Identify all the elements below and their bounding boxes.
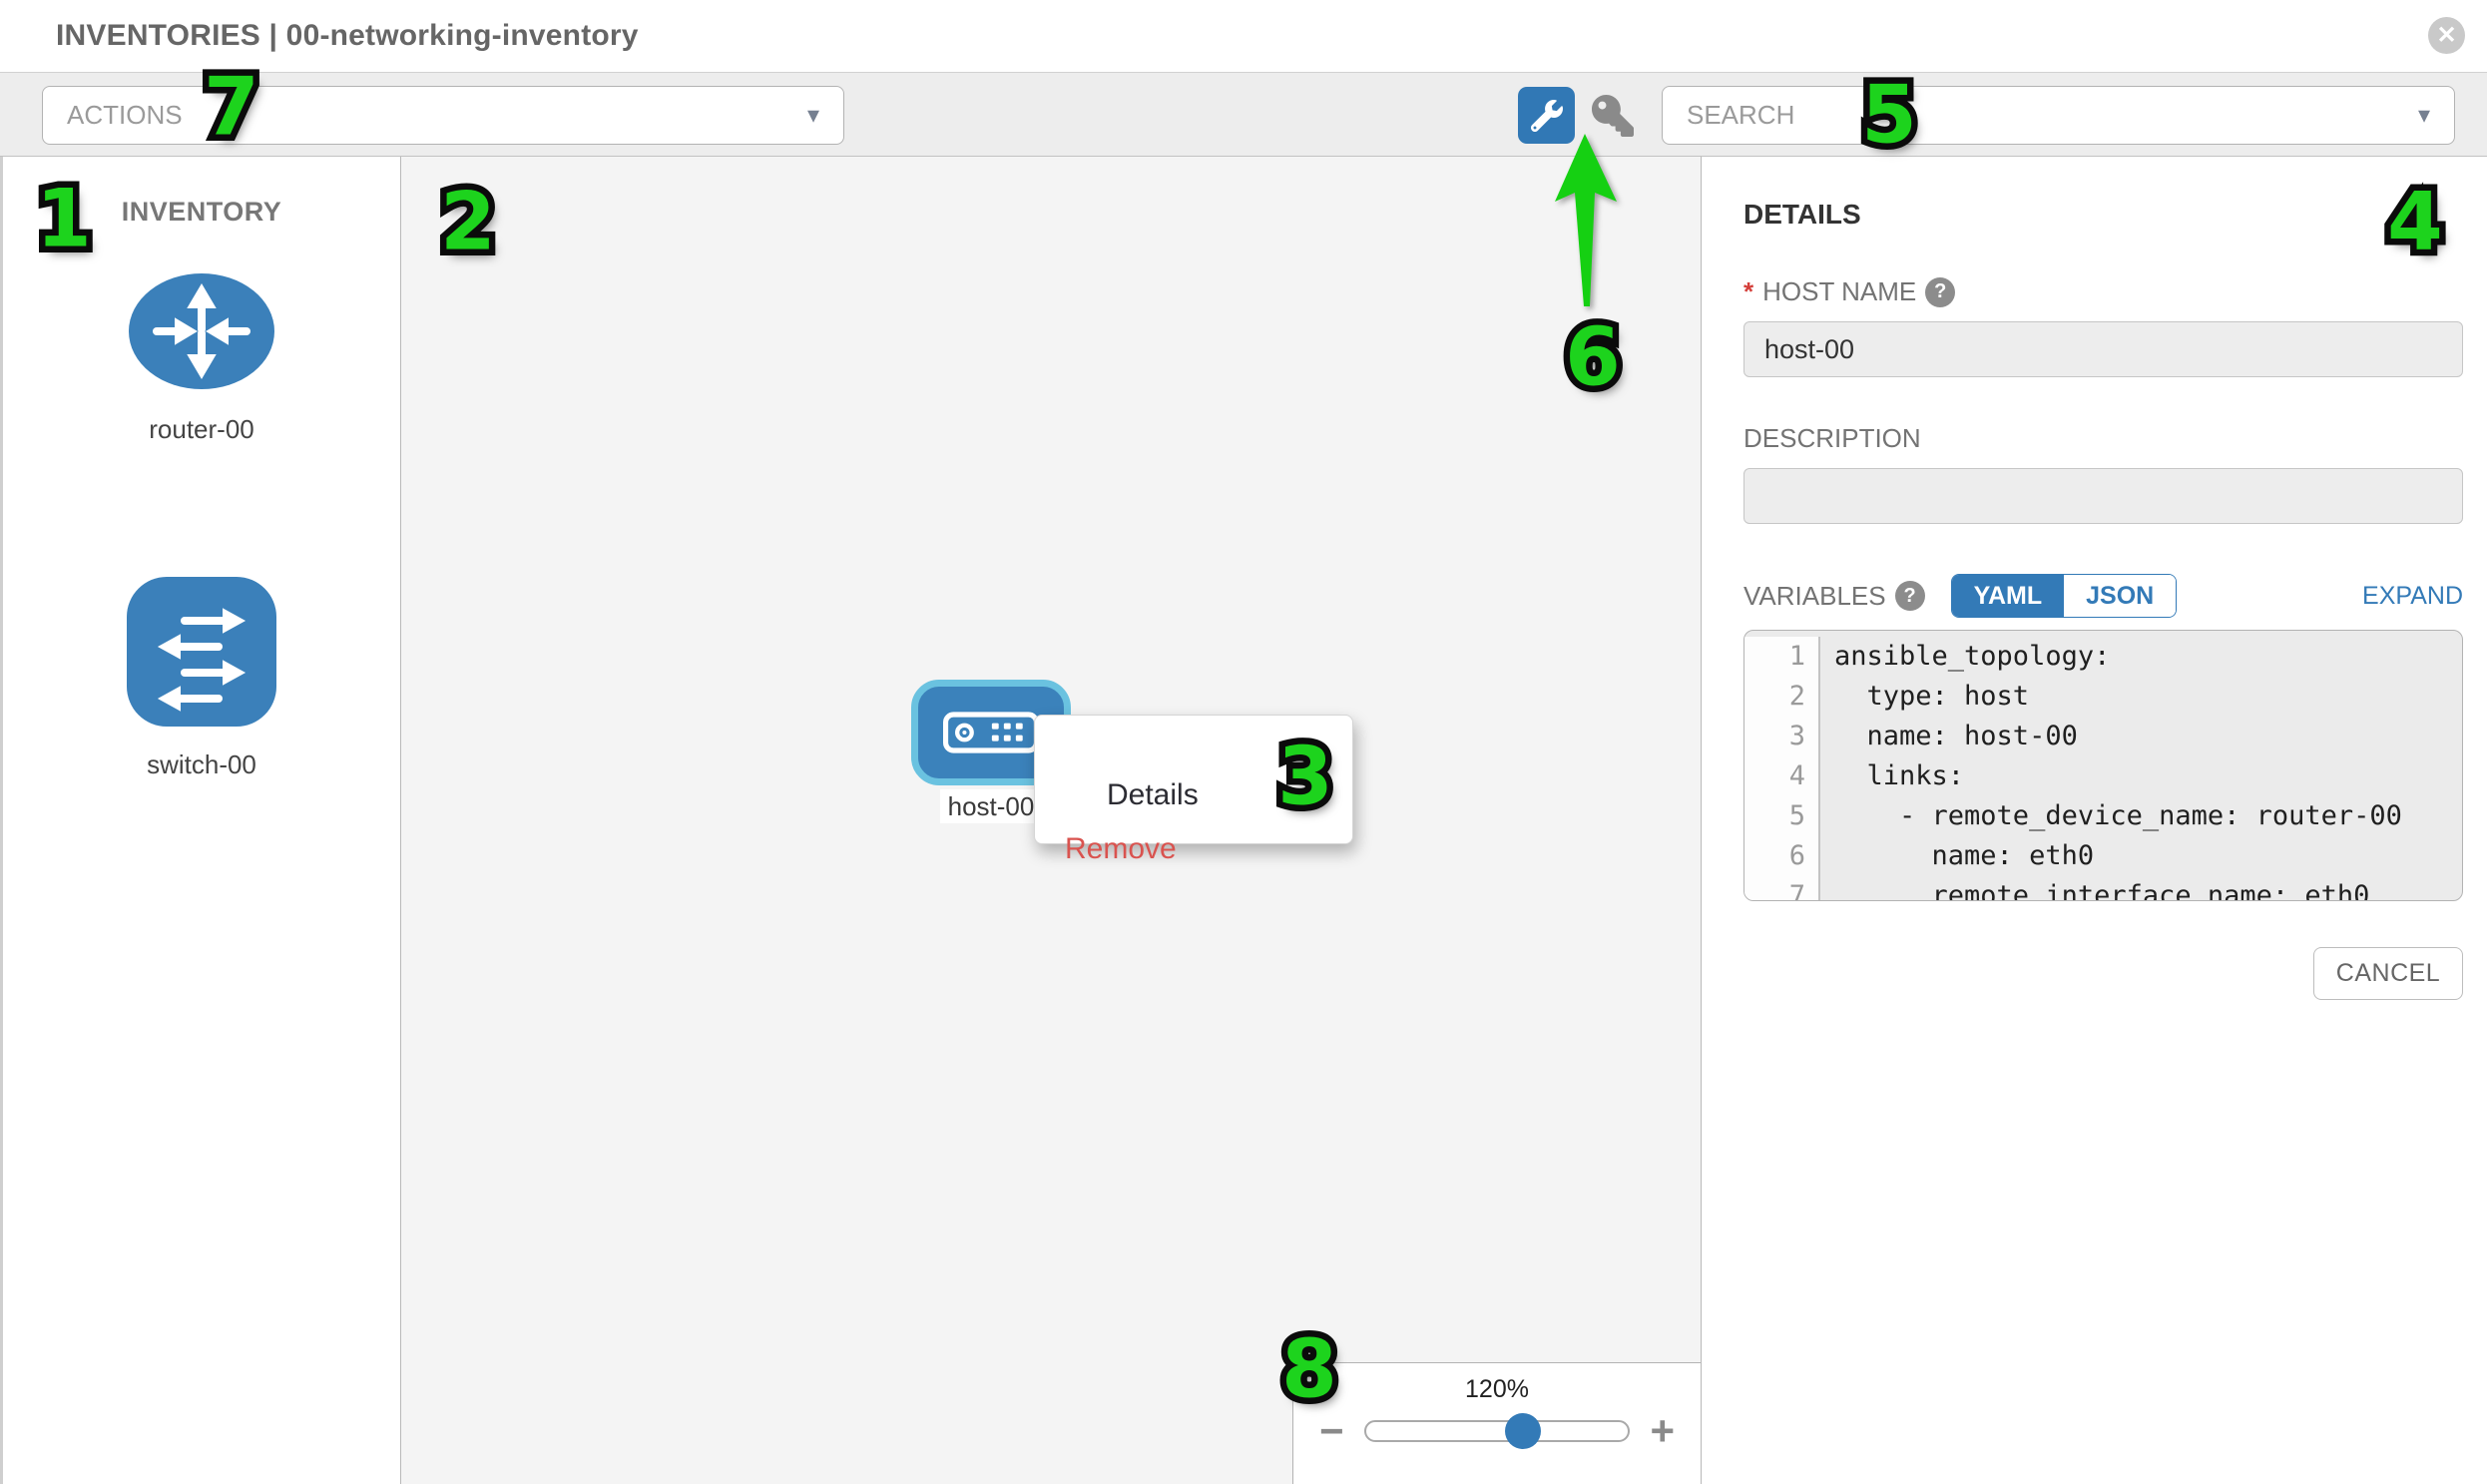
host-name-label-row: * HOST NAME ? xyxy=(1743,276,2463,307)
code-line: 7 remote_interface_name: eth0 xyxy=(1744,876,2462,901)
host-icon xyxy=(943,712,1039,753)
details-title: DETAILS xyxy=(1743,199,2463,231)
key-icon xyxy=(1592,95,1634,137)
close-glyph: ✕ xyxy=(2436,21,2456,50)
configure-topology-button[interactable] xyxy=(1518,87,1575,144)
json-toggle-button[interactable]: JSON xyxy=(2064,575,2176,617)
actions-dropdown[interactable]: ACTIONS ▾ xyxy=(42,86,844,145)
code-line: 1 ansible_topology: xyxy=(1744,637,2462,677)
host-name-field[interactable] xyxy=(1743,321,2463,377)
code-line: 2 type: host xyxy=(1744,677,2462,717)
router-icon xyxy=(127,271,276,396)
context-menu-item-remove[interactable]: Remove xyxy=(1065,827,1352,871)
zoom-slider-handle[interactable] xyxy=(1505,1413,1541,1449)
switch-icon xyxy=(127,577,276,732)
zoom-control-panel: 120% − + xyxy=(1292,1362,1701,1484)
palette-title: INVENTORY xyxy=(3,197,400,228)
host-name-label: HOST NAME xyxy=(1762,276,1916,307)
page-title: INVENTORIES | 00-networking-inventory xyxy=(56,19,639,53)
code-line: 4 links: xyxy=(1744,756,2462,796)
palette-item-switch[interactable]: switch-00 xyxy=(3,577,400,780)
variables-label: VARIABLES xyxy=(1743,581,1886,612)
help-icon[interactable]: ? xyxy=(1925,277,1955,307)
variables-header-row: VARIABLES ? YAML JSON EXPAND xyxy=(1743,574,2463,618)
palette-item-router[interactable]: router-00 xyxy=(3,271,400,445)
zoom-out-button[interactable]: − xyxy=(1319,1414,1344,1448)
toolbar: ACTIONS ▾ SEARCH ▾ xyxy=(0,72,2487,157)
inventory-palette: INVENTORY router-00 xyxy=(0,157,401,1484)
code-line: 3 name: host-00 xyxy=(1744,717,2462,756)
chevron-down-icon: ▾ xyxy=(807,101,819,130)
key-button[interactable] xyxy=(1590,93,1636,139)
description-label: DESCRIPTION xyxy=(1743,423,1921,454)
zoom-slider-track[interactable] xyxy=(1364,1420,1631,1442)
node-context-menu: Details Remove xyxy=(1034,715,1353,844)
required-asterisk: * xyxy=(1743,276,1753,307)
close-icon[interactable]: ✕ xyxy=(2428,17,2465,54)
yaml-toggle-button[interactable]: YAML xyxy=(1952,575,2065,617)
code-line: 6 name: eth0 xyxy=(1744,836,2462,876)
description-label-row: DESCRIPTION xyxy=(1743,423,2463,454)
expand-link[interactable]: EXPAND xyxy=(2362,582,2463,611)
details-panel: DETAILS * HOST NAME ? DESCRIPTION VARIAB… xyxy=(1702,157,2487,1484)
variables-code-editor[interactable]: 1 ansible_topology: 2 type: host 3 name:… xyxy=(1743,630,2463,901)
title-bar: INVENTORIES | 00-networking-inventory ✕ xyxy=(0,0,2487,72)
help-glyph: ? xyxy=(1934,280,1946,303)
device-label: switch-00 xyxy=(3,749,400,780)
zoom-level: 120% xyxy=(1293,1375,1701,1404)
wrench-icon xyxy=(1531,100,1563,132)
description-field[interactable] xyxy=(1743,468,2463,524)
code-line: 5 - remote_device_name: router-00 xyxy=(1744,796,2462,836)
actions-label: ACTIONS xyxy=(67,100,183,131)
chevron-down-icon: ▾ xyxy=(2418,101,2430,130)
help-icon[interactable]: ? xyxy=(1895,581,1925,611)
context-menu-item-details[interactable]: Details xyxy=(1065,732,1352,817)
cancel-button[interactable]: CANCEL xyxy=(2313,947,2463,1000)
format-toggle: YAML JSON xyxy=(1951,574,2178,618)
search-placeholder: SEARCH xyxy=(1687,100,1794,131)
help-glyph: ? xyxy=(1903,585,1915,608)
zoom-in-button[interactable]: + xyxy=(1650,1414,1675,1448)
search-dropdown[interactable]: SEARCH ▾ xyxy=(1662,86,2455,145)
topology-canvas[interactable]: host-00 Details Remove 120% − + xyxy=(401,157,1702,1484)
device-label: router-00 xyxy=(3,414,400,445)
